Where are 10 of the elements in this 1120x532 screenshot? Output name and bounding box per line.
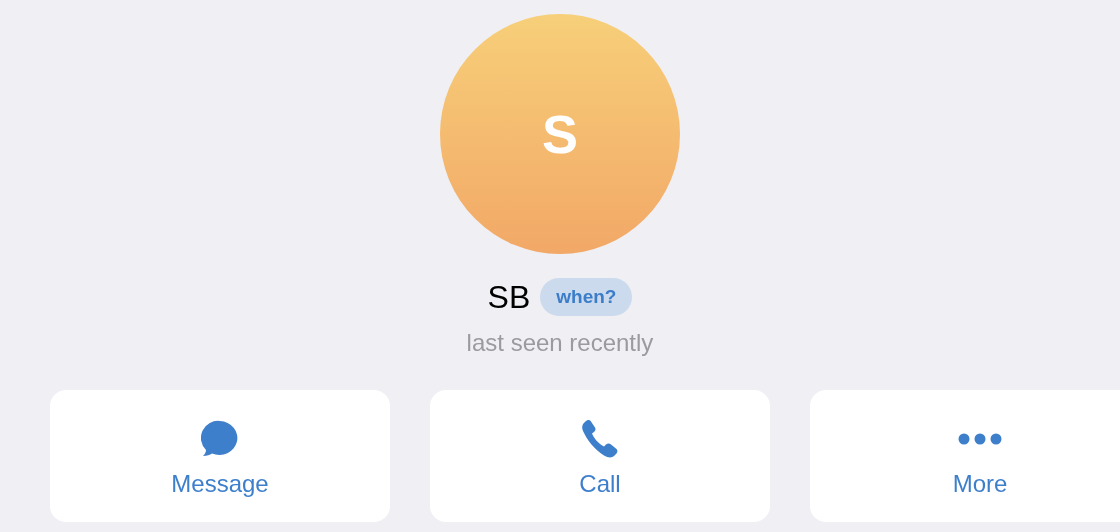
status-text: last seen recently — [466, 328, 654, 358]
message-button[interactable]: Message — [50, 390, 390, 522]
phone-icon — [580, 419, 620, 459]
when-button[interactable]: when? — [540, 278, 633, 316]
avatar: S — [440, 14, 680, 254]
more-button[interactable]: More — [810, 390, 1120, 522]
contact-name: SB — [487, 278, 531, 316]
chat-bubble-icon — [201, 420, 239, 458]
call-button[interactable]: Call — [430, 390, 770, 522]
more-icon — [958, 433, 1002, 445]
